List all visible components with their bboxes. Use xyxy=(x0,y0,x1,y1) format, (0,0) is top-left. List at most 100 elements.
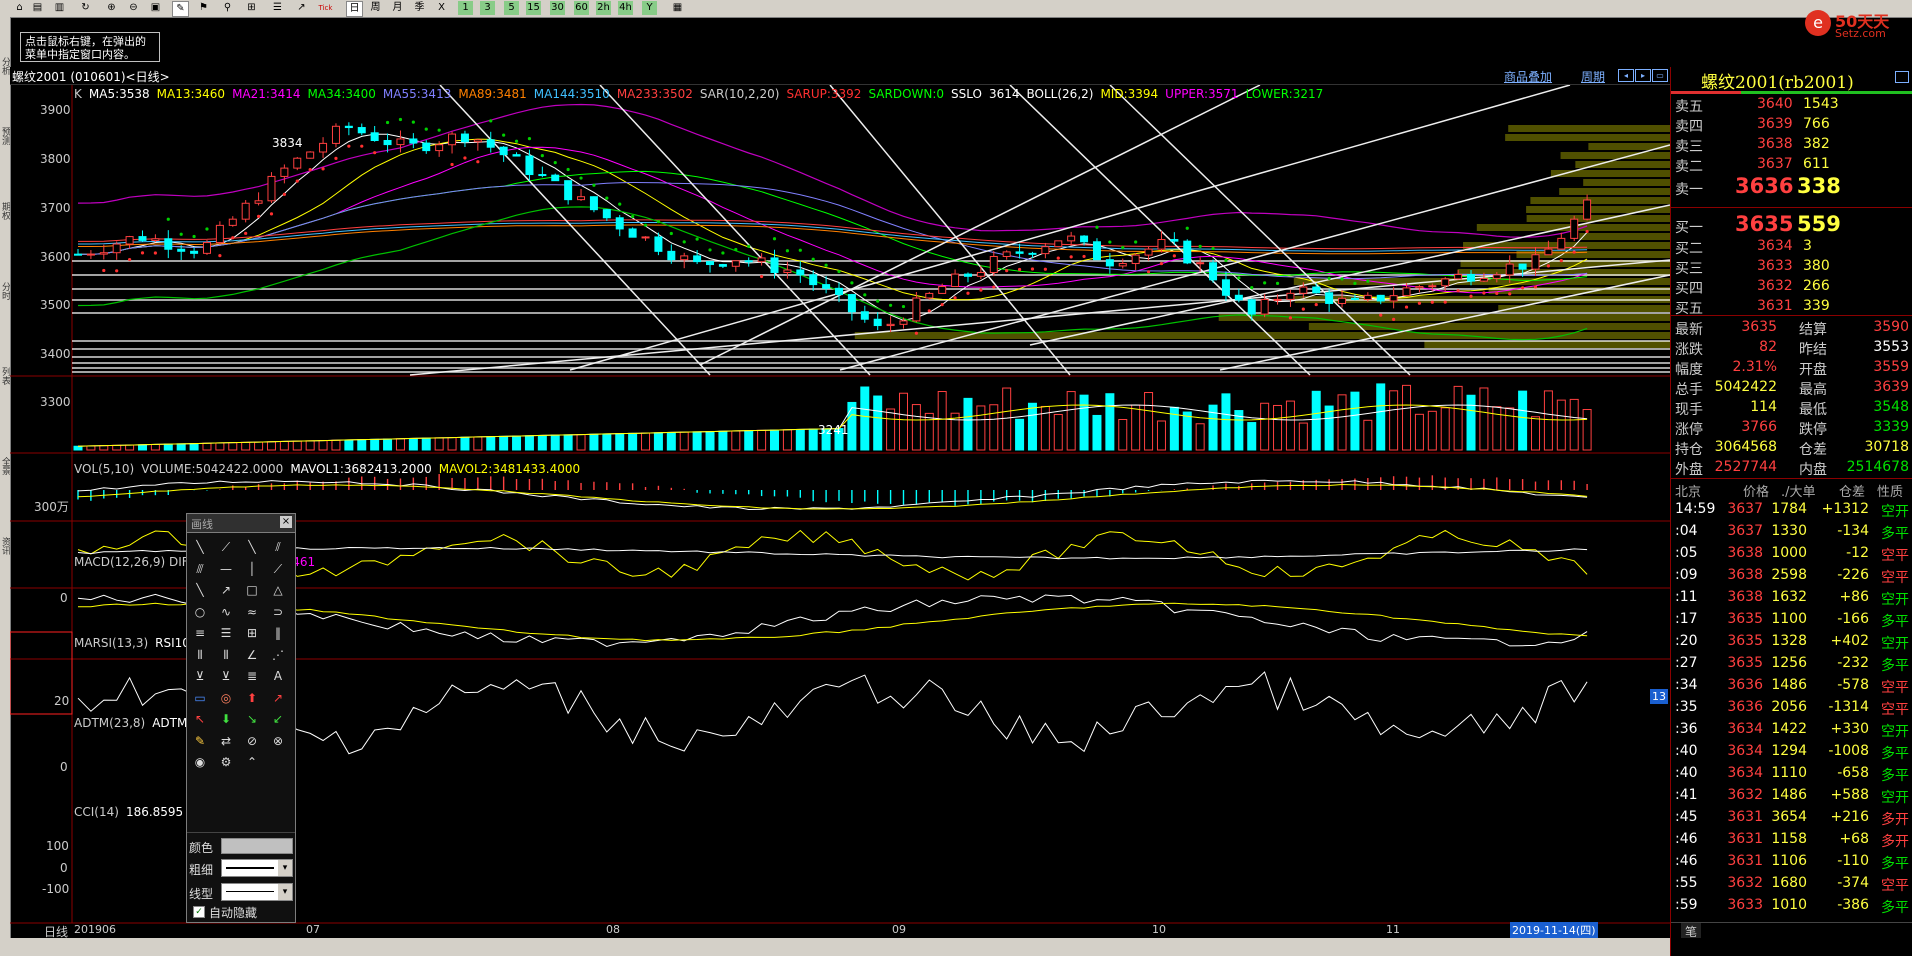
stat-value: 3553 xyxy=(1873,339,1909,355)
refresh-icon[interactable]: ↻ xyxy=(78,1,93,15)
ruler-icon[interactable]: ▭ xyxy=(189,687,211,709)
min30-button[interactable]: 30 xyxy=(550,1,565,15)
month-button[interactable]: 月 xyxy=(390,1,405,15)
chart-icon[interactable]: ↗ xyxy=(294,1,309,15)
wave-icon[interactable]: ∿ xyxy=(215,601,237,623)
hide-icon[interactable]: ⊘ xyxy=(241,730,263,752)
zoom-in-icon[interactable]: ⊕ xyxy=(104,1,119,15)
gear-icon[interactable]: ⚙ xyxy=(215,751,237,773)
curve-icon[interactable]: ≈ xyxy=(241,601,263,623)
flag-icon[interactable]: ⚑ xyxy=(196,1,211,15)
parallel-icon[interactable]: ⫽ xyxy=(267,536,289,558)
vline-icon[interactable]: │ xyxy=(241,558,263,580)
speed-icon[interactable]: ⊻ xyxy=(189,665,211,687)
min5-button[interactable]: 5 xyxy=(504,1,519,15)
chevron-down-icon[interactable]: ▾ xyxy=(278,884,292,900)
arrow-icon[interactable]: ↗ xyxy=(215,579,237,601)
tick-button[interactable]: Tick xyxy=(318,1,333,15)
auto-hide-checkbox[interactable]: ✓ xyxy=(193,906,205,918)
down-arrow-icon[interactable]: ⬇ xyxy=(215,708,237,730)
maximize-icon[interactable]: ▭ xyxy=(1652,69,1668,82)
bars-icon[interactable]: ⦀ xyxy=(189,644,211,666)
arrow-line-icon[interactable]: ⟋ xyxy=(267,558,289,580)
week-button[interactable]: 周 xyxy=(368,1,383,15)
trend-icon[interactable]: ╲ xyxy=(189,579,211,601)
fib-time-icon[interactable]: ‖ xyxy=(267,622,289,644)
period-link[interactable]: 周期 xyxy=(1581,68,1605,85)
fib-icon[interactable]: ≡ xyxy=(189,622,211,644)
fan-icon[interactable]: ⋰ xyxy=(267,644,289,666)
candle-body xyxy=(1557,237,1566,250)
eye-icon[interactable]: ◉ xyxy=(189,751,211,773)
rect-icon[interactable]: □ xyxy=(241,579,263,601)
h4-button[interactable]: 4h xyxy=(618,1,633,15)
candle-body xyxy=(886,323,895,327)
left-tab-2[interactable]: 预测 xyxy=(0,127,10,177)
home-icon[interactable]: ⌂ xyxy=(12,1,27,15)
legend-item: 186.8595 xyxy=(125,805,184,819)
day-button[interactable]: 日 xyxy=(346,1,363,17)
angle-icon[interactable]: ∠ xyxy=(241,644,263,666)
left-tab-1[interactable]: 分析 xyxy=(0,57,10,107)
channel-icon[interactable]: ⫻ xyxy=(189,558,211,580)
cycle-icon[interactable]: ⊞ xyxy=(241,622,263,644)
upright-arrow-icon[interactable]: ↗ xyxy=(267,687,289,709)
calc-icon[interactable]: ▦ xyxy=(670,1,685,15)
draw-panel-titlebar[interactable]: 画线 × xyxy=(187,514,295,533)
ellipse-icon[interactable]: ○ xyxy=(189,601,211,623)
text-icon[interactable]: A xyxy=(267,665,289,687)
line-icon[interactable]: ╲ xyxy=(189,536,211,558)
up-arrow-icon[interactable]: ⬆ xyxy=(241,687,263,709)
left-tab-6[interactable]: 全景 xyxy=(0,457,10,507)
downright-arrow-icon[interactable]: ↘ xyxy=(241,708,263,730)
book-icon[interactable]: ▥ xyxy=(52,1,67,15)
left-tab-3[interactable]: 期权 xyxy=(0,202,10,252)
left-tab-5[interactable]: 列表 xyxy=(0,367,10,417)
window-icon[interactable]: ▣ xyxy=(148,1,163,15)
pen-icon[interactable]: ✎ xyxy=(172,1,189,17)
list-icon[interactable]: ☰ xyxy=(270,1,285,15)
hline-icon[interactable]: — xyxy=(215,558,237,580)
bars2-icon[interactable]: ⦀ xyxy=(215,644,237,666)
zoom-out-icon[interactable]: ⊖ xyxy=(126,1,141,15)
year-button[interactable]: Y xyxy=(642,1,657,15)
color-swatch[interactable] xyxy=(221,838,293,854)
collapse-icon[interactable]: ⌃ xyxy=(241,751,263,773)
scroll-right-icon[interactable]: ▸ xyxy=(1635,69,1651,82)
scroll-left-icon[interactable]: ◂ xyxy=(1618,69,1634,82)
segment-icon[interactable]: ⟋ xyxy=(215,536,237,558)
min3-button[interactable]: 3 xyxy=(480,1,495,15)
arc-icon[interactable]: ⊃ xyxy=(267,601,289,623)
candle-body xyxy=(190,250,199,254)
close-icon[interactable]: × xyxy=(280,516,292,528)
gann-icon[interactable]: ☰ xyxy=(215,622,237,644)
x-button[interactable]: X xyxy=(434,1,449,15)
hide-all-icon[interactable]: ⊗ xyxy=(267,730,289,752)
highlight-icon[interactable]: ✎ xyxy=(189,730,211,752)
upleft-arrow-icon[interactable]: ↖ xyxy=(189,708,211,730)
width-select[interactable]: ▾ xyxy=(221,859,293,877)
swap-icon[interactable]: ⇄ xyxy=(215,730,237,752)
folder-icon[interactable]: ▤ xyxy=(30,1,45,15)
triangle-icon[interactable]: △ xyxy=(267,579,289,601)
min15-button[interactable]: 15 xyxy=(526,1,541,15)
style-select[interactable]: ▾ xyxy=(221,883,293,901)
chevron-down-icon[interactable]: ▾ xyxy=(278,860,292,876)
brush-icon[interactable]: ⚲ xyxy=(220,1,235,15)
window-toggle-icon[interactable] xyxy=(1895,71,1909,83)
quarter-button[interactable]: 季 xyxy=(412,1,427,15)
target-icon[interactable]: ◎ xyxy=(215,687,237,709)
ray-icon[interactable]: ╲ xyxy=(241,536,263,558)
speed2-icon[interactable]: ⊻ xyxy=(215,665,237,687)
downleft-arrow-icon[interactable]: ↙ xyxy=(267,708,289,730)
left-tab-7[interactable]: 资讯 xyxy=(0,537,10,587)
h2-button[interactable]: 2h xyxy=(596,1,611,15)
overlay-link[interactable]: 商品叠加 xyxy=(1504,68,1552,85)
pin-icon[interactable]: ⊞ xyxy=(244,1,259,15)
golden-icon[interactable]: ≣ xyxy=(241,665,263,687)
min1-button[interactable]: 1 xyxy=(458,1,473,15)
tick-nature: 多平 xyxy=(1881,526,1909,542)
left-tab-4[interactable]: 分时 xyxy=(0,282,10,332)
footer-tab[interactable]: 笔 xyxy=(1681,923,1701,939)
min60-button[interactable]: 60 xyxy=(574,1,589,15)
